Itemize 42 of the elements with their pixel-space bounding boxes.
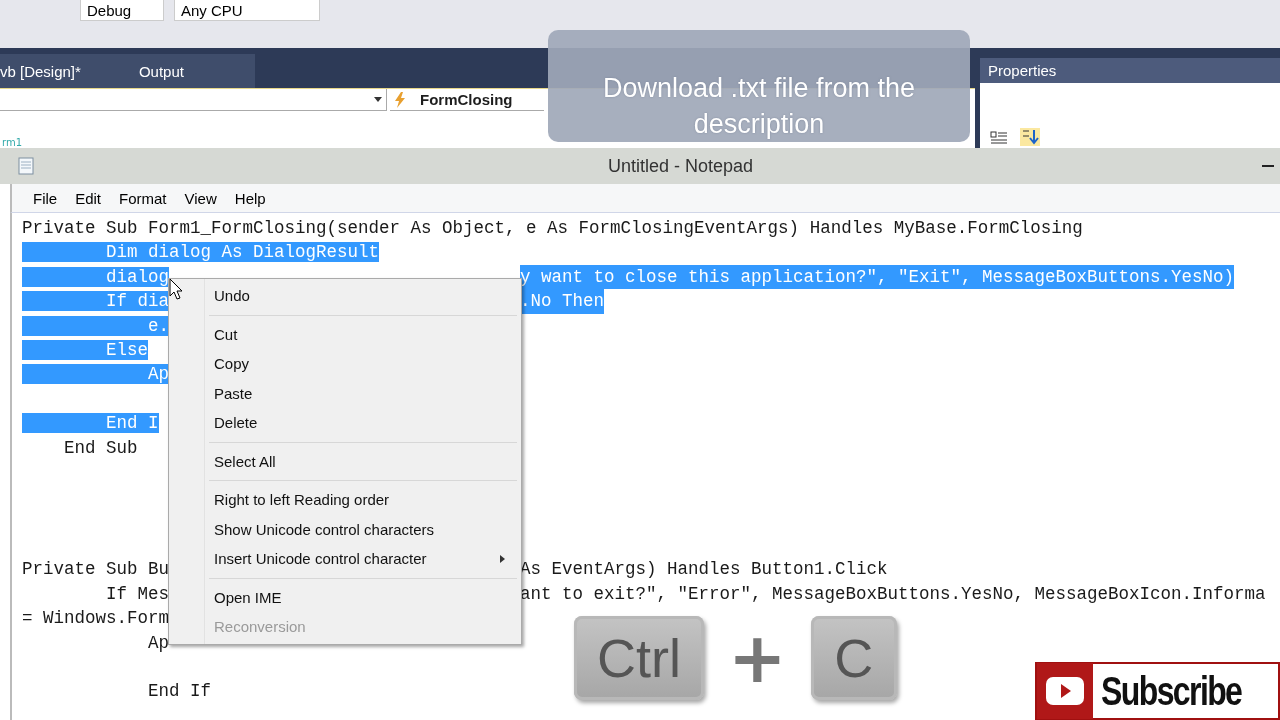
menu-item[interactable]: Right to left Reading order	[169, 485, 521, 515]
code-line: End Sub	[63, 437, 138, 458]
menu-item[interactable]: Cut	[169, 319, 521, 349]
code-line: Private Sub Form1_FormClosing(sender As Object, e As FormClosingEventArgs) Handles MyBase.FormClosing	[22, 218, 1083, 238]
document-tab[interactable]: Output	[138, 62, 184, 80]
code-line: If Mes	[105, 583, 170, 604]
code-line: ant to exit?", "Error", MessageBoxButtons.YesNo, MessageBoxIcon.Informa	[520, 582, 1266, 606]
mouse-pointer-icon	[169, 278, 183, 300]
code-line: Private Sub Bu	[22, 559, 170, 580]
menu-item[interactable]: Copy	[169, 349, 521, 379]
event-dropdown[interactable]: FormClosing	[390, 89, 544, 111]
subscribe-button[interactable]: Subscribe	[1035, 662, 1280, 720]
code-line: Ap	[147, 632, 170, 653]
menu-item[interactable]: View	[175, 189, 226, 207]
plus-sign: +	[728, 623, 787, 693]
form-label: rm1	[2, 138, 23, 148]
window-title: Untitled - Notepad	[608, 155, 754, 177]
menu-item[interactable]: File	[24, 189, 67, 207]
keyboard-key: C	[810, 616, 897, 700]
keyboard-key: Ctrl	[574, 616, 704, 700]
platform-dropdown[interactable]: Any CPU	[174, 0, 320, 21]
categorized-icon[interactable]	[990, 130, 1008, 146]
menu-item[interactable]: Show Unicode control characters	[169, 514, 521, 544]
menu-item[interactable]: Delete	[169, 408, 521, 438]
menu-item[interactable]: Format	[110, 189, 176, 207]
menu-item[interactable]: Select All	[169, 446, 521, 476]
menu-item[interactable]: Open IME	[169, 582, 521, 612]
configuration-dropdown[interactable]: Debug	[80, 0, 164, 21]
menu-item[interactable]: Paste	[169, 378, 521, 408]
code-line: = Windows.Form	[22, 608, 170, 629]
caret-icon	[374, 97, 382, 102]
code-line: End If	[147, 681, 212, 702]
document-tab[interactable]: vb [Design]*	[0, 62, 81, 80]
minimize-icon[interactable]	[1262, 164, 1274, 168]
menu-item[interactable]: Help	[225, 189, 275, 207]
sort-icon[interactable]	[1020, 128, 1040, 146]
panel-title: Properties	[980, 58, 1280, 83]
menu-item[interactable]: Edit	[66, 189, 111, 207]
annotation-text: Download .txt file from the description	[601, 72, 917, 141]
notepad-icon	[18, 157, 34, 175]
lightning-icon	[394, 91, 406, 108]
menu-item[interactable]: Insert Unicode control character	[169, 544, 521, 574]
